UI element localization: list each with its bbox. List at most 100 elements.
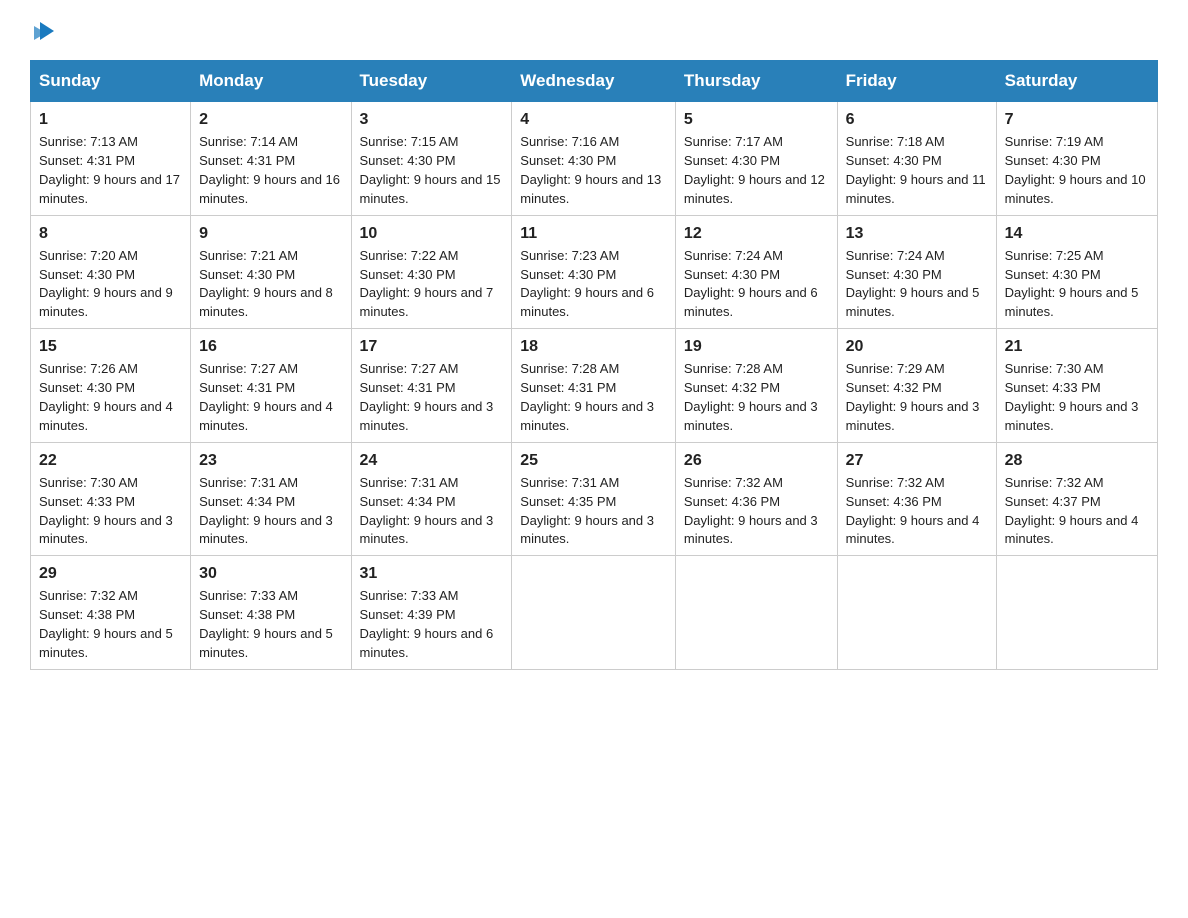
- day-number: 10: [360, 222, 504, 245]
- sunset-text: Sunset: 4:34 PM: [360, 494, 456, 509]
- calendar-cell: 15 Sunrise: 7:26 AM Sunset: 4:30 PM Dayligh…: [31, 329, 191, 443]
- day-number: 27: [846, 449, 988, 472]
- sunset-text: Sunset: 4:33 PM: [1005, 380, 1101, 395]
- sunrise-text: Sunrise: 7:33 AM: [199, 588, 298, 603]
- day-number: 11: [520, 222, 667, 245]
- sunrise-text: Sunrise: 7:27 AM: [199, 361, 298, 376]
- day-number: 21: [1005, 335, 1149, 358]
- calendar-cell: 14 Sunrise: 7:25 AM Sunset: 4:30 PM Dayligh…: [996, 215, 1157, 329]
- daylight-text: Daylight: 9 hours and 5 minutes.: [1005, 285, 1139, 319]
- sunset-text: Sunset: 4:30 PM: [199, 267, 295, 282]
- calendar-cell: 9Sunrise: 7:21 AMSunset: 4:30 PMDaylight…: [191, 215, 351, 329]
- daylight-text: Daylight: 9 hours and 10 minutes.: [1005, 172, 1146, 206]
- calendar-cell: [837, 556, 996, 670]
- daylight-text: Daylight: 9 hours and 3 minutes.: [846, 399, 980, 433]
- daylight-text: Daylight: 9 hours and 3 minutes.: [1005, 399, 1139, 433]
- calendar-week-row: 8Sunrise: 7:20 AMSunset: 4:30 PMDaylight…: [31, 215, 1158, 329]
- calendar-week-row: 29Sunrise: 7:32 AMSunset: 4:38 PMDayligh…: [31, 556, 1158, 670]
- calendar-cell: 25 Sunrise: 7:31 AM Sunset: 4:35 PM Dayligh…: [512, 442, 676, 556]
- day-of-week-header: Monday: [191, 61, 351, 102]
- sunrise-text: Sunrise: 7:31 AM: [520, 475, 619, 490]
- day-of-week-header: Wednesday: [512, 61, 676, 102]
- sunset-text: Sunset: 4:33 PM: [39, 494, 135, 509]
- sunset-text: Sunset: 4:31 PM: [360, 380, 456, 395]
- calendar-week-row: 1 Sunrise: 7:13 AM Sunset: 4:31 PM Daylight…: [31, 102, 1158, 216]
- sunset-text: Sunset: 4:32 PM: [846, 380, 942, 395]
- day-of-week-header: Friday: [837, 61, 996, 102]
- daylight-text: Daylight: 9 hours and 12 minutes.: [684, 172, 825, 206]
- day-number: 29: [39, 562, 182, 585]
- sunset-text: Sunset: 4:30 PM: [360, 153, 456, 168]
- sunset-text: Sunset: 4:30 PM: [684, 153, 780, 168]
- sunset-text: Sunset: 4:35 PM: [520, 494, 616, 509]
- day-number: 14: [1005, 222, 1149, 245]
- day-number: 15: [39, 335, 182, 358]
- calendar-cell: 27Sunrise: 7:32 AMSunset: 4:36 PMDayligh…: [837, 442, 996, 556]
- calendar-cell: [675, 556, 837, 670]
- sunrise-text: Sunrise: 7:13 AM: [39, 134, 138, 149]
- sunrise-text: Sunrise: 7:32 AM: [684, 475, 783, 490]
- daylight-text: Daylight: 9 hours and 5 minutes.: [846, 285, 980, 319]
- calendar-cell: 26Sunrise: 7:32 AMSunset: 4:36 PMDayligh…: [675, 442, 837, 556]
- day-number: 9: [199, 222, 342, 245]
- sunrise-text: Sunrise: 7:26 AM: [39, 361, 138, 376]
- calendar-cell: 7Sunrise: 7:19 AMSunset: 4:30 PMDaylight…: [996, 102, 1157, 216]
- sunrise-text: Sunrise: 7:24 AM: [846, 248, 945, 263]
- daylight-text: Daylight: 9 hours and 6 minutes.: [520, 285, 654, 319]
- day-number: 1: [39, 108, 182, 131]
- sunrise-text: Sunrise: 7:22 AM: [360, 248, 459, 263]
- daylight-text: Daylight: 9 hours and 4 minutes.: [199, 399, 333, 433]
- day-number: 12: [684, 222, 829, 245]
- sunset-text: Sunset: 4:30 PM: [39, 380, 135, 395]
- calendar-cell: 5 Sunrise: 7:17 AM Sunset: 4:30 PM Daylight…: [675, 102, 837, 216]
- calendar-cell: 29Sunrise: 7:32 AMSunset: 4:38 PMDayligh…: [31, 556, 191, 670]
- sunset-text: Sunset: 4:39 PM: [360, 607, 456, 622]
- sunset-text: Sunset: 4:30 PM: [1005, 267, 1101, 282]
- sunrise-text: Sunrise: 7:33 AM: [360, 588, 459, 603]
- calendar-cell: 24Sunrise: 7:31 AMSunset: 4:34 PMDayligh…: [351, 442, 512, 556]
- sunrise-text: Sunrise: 7:28 AM: [520, 361, 619, 376]
- day-number: 22: [39, 449, 182, 472]
- daylight-text: Daylight: 9 hours and 7 minutes.: [360, 285, 494, 319]
- sunset-text: Sunset: 4:31 PM: [199, 380, 295, 395]
- sunrise-text: Sunrise: 7:32 AM: [1005, 475, 1104, 490]
- sunrise-text: Sunrise: 7:32 AM: [39, 588, 138, 603]
- sunset-text: Sunset: 4:38 PM: [199, 607, 295, 622]
- sunset-text: Sunset: 4:30 PM: [520, 153, 616, 168]
- day-number: 23: [199, 449, 342, 472]
- day-number: 8: [39, 222, 182, 245]
- calendar-cell: 22Sunrise: 7:30 AMSunset: 4:33 PMDayligh…: [31, 442, 191, 556]
- day-number: 5: [684, 108, 829, 131]
- calendar-cell: 1Sunrise: 7:13 AMSunset: 4:31 PMDaylight…: [31, 102, 191, 216]
- day-number: 31: [360, 562, 504, 585]
- sunset-text: Sunset: 4:30 PM: [684, 267, 780, 282]
- sunrise-text: Sunrise: 7:25 AM: [1005, 248, 1104, 263]
- sunset-text: Sunset: 4:32 PM: [684, 380, 780, 395]
- daylight-text: Daylight: 9 hours and 16 minutes.: [199, 172, 340, 206]
- calendar-table: SundayMondayTuesdayWednesdayThursdayFrid…: [30, 60, 1158, 670]
- day-number: 13: [846, 222, 988, 245]
- day-number: 25: [520, 449, 667, 472]
- calendar-cell: 6Sunrise: 7:18 AMSunset: 4:30 PMDaylight…: [837, 102, 996, 216]
- sunrise-text: Sunrise: 7:28 AM: [684, 361, 783, 376]
- daylight-text: Daylight: 9 hours and 4 minutes.: [39, 399, 173, 433]
- calendar-week-row: 15 Sunrise: 7:26 AM Sunset: 4:30 PM Dayligh…: [31, 329, 1158, 443]
- day-of-week-header: Tuesday: [351, 61, 512, 102]
- sunrise-text: Sunrise: 7:18 AM: [846, 134, 945, 149]
- sunrise-text: Sunrise: 7:23 AM: [520, 248, 619, 263]
- calendar-cell: 16Sunrise: 7:27 AMSunset: 4:31 PMDayligh…: [191, 329, 351, 443]
- sunset-text: Sunset: 4:31 PM: [199, 153, 295, 168]
- calendar-cell: 10Sunrise: 7:22 AMSunset: 4:30 PMDayligh…: [351, 215, 512, 329]
- sunrise-text: Sunrise: 7:24 AM: [684, 248, 783, 263]
- calendar-cell: 18Sunrise: 7:28 AMSunset: 4:31 PMDayligh…: [512, 329, 676, 443]
- sunrise-text: Sunrise: 7:17 AM: [684, 134, 783, 149]
- daylight-text: Daylight: 9 hours and 3 minutes.: [520, 513, 654, 547]
- sunset-text: Sunset: 4:30 PM: [846, 153, 942, 168]
- daylight-text: Daylight: 9 hours and 15 minutes.: [360, 172, 501, 206]
- sunrise-text: Sunrise: 7:30 AM: [39, 475, 138, 490]
- day-number: 26: [684, 449, 829, 472]
- daylight-text: Daylight: 9 hours and 11 minutes.: [846, 172, 986, 206]
- calendar-cell: 23Sunrise: 7:31 AMSunset: 4:34 PMDayligh…: [191, 442, 351, 556]
- calendar-cell: 21Sunrise: 7:30 AMSunset: 4:33 PMDayligh…: [996, 329, 1157, 443]
- calendar-cell: 31Sunrise: 7:33 AMSunset: 4:39 PMDayligh…: [351, 556, 512, 670]
